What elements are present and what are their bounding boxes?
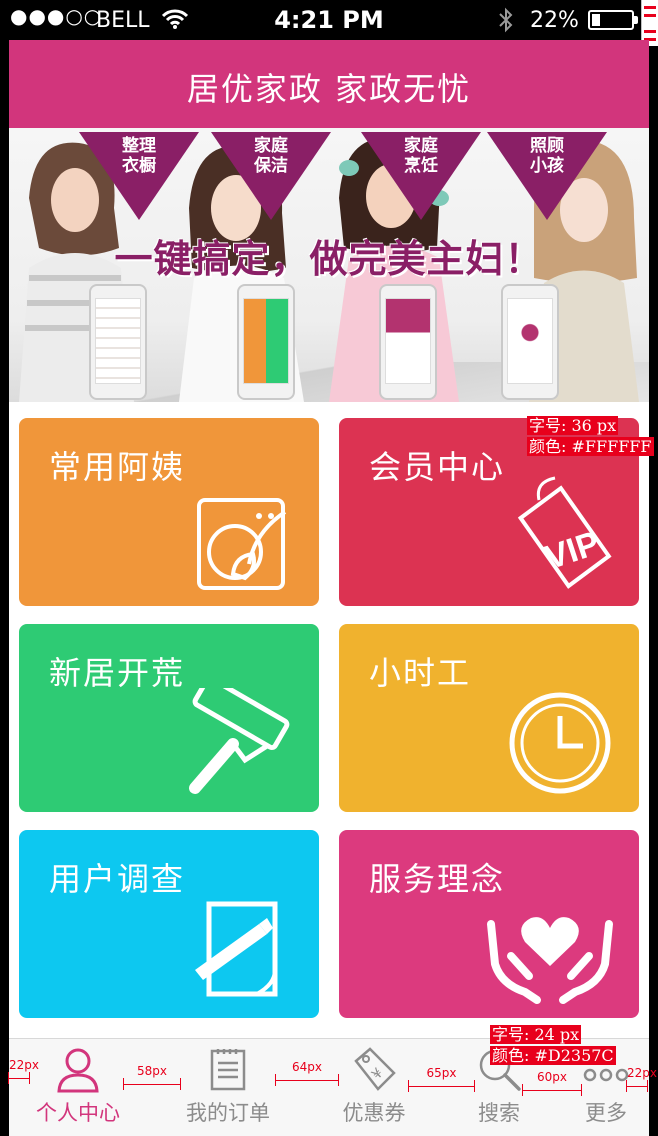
- banner-flag-label: 照顾 小孩: [530, 136, 564, 176]
- font-size-annotation: 字号: 24 px: [490, 1025, 582, 1044]
- spacing-annotation: 22px: [8, 1058, 39, 1084]
- font-color-annotation: 颜色: #D2357C: [490, 1046, 616, 1065]
- phone-mockup: [501, 284, 559, 400]
- note-pencil-icon: [195, 901, 278, 997]
- font-size-annotation: 字号: 36 px: [527, 416, 619, 435]
- status-bar: ●●●○○ BELL 4:21 PM 22%: [0, 0, 658, 46]
- tile-label: 常用阿姨: [49, 448, 186, 486]
- phone-mockup: [379, 284, 437, 400]
- tab-label: 更多: [585, 1101, 627, 1125]
- clock-icon: [509, 692, 611, 794]
- svg-text:VIP: VIP: [540, 524, 604, 577]
- tile-label: 会员中心: [369, 448, 506, 486]
- app-header: 居优家政 家政无忧: [9, 40, 649, 128]
- phone-mockup: [237, 284, 295, 400]
- spacing-annotation: 65px: [408, 1066, 475, 1092]
- tab-label: 优惠券: [342, 1101, 406, 1125]
- tile-label: 新居开荒: [49, 654, 186, 692]
- battery-tip: [634, 16, 638, 24]
- banner-slogan: 一键搞定，做完美主妇！: [114, 237, 544, 281]
- bluetooth-icon: [498, 7, 514, 37]
- tile-new-home-cleaning[interactable]: 新居开荒: [19, 624, 319, 812]
- tab-my-orders[interactable]: 我的订单: [173, 1039, 283, 1136]
- tile-service-philosophy[interactable]: 服务理念: [339, 830, 639, 1018]
- person-icon: [57, 1048, 99, 1093]
- battery-level: [592, 14, 600, 26]
- heart-hands-icon: [487, 917, 613, 1004]
- coupon-tag-icon: ¥: [354, 1047, 396, 1091]
- tile-regular-aunty[interactable]: 常用阿姨: [19, 418, 319, 606]
- spacing-annotation: 64px: [275, 1060, 339, 1086]
- battery-percent: 22%: [530, 8, 579, 33]
- tab-personal-center[interactable]: 个人中心: [23, 1039, 133, 1136]
- page-title: 居优家政 家政无忧: [186, 70, 472, 108]
- tab-label: 个人中心: [36, 1101, 120, 1125]
- font-color-annotation: 颜色: #FFFFFF: [527, 437, 654, 456]
- washing-machine-icon: [197, 498, 287, 590]
- spacing-annotation: 22px: [626, 1066, 657, 1092]
- document-icon: [210, 1049, 246, 1091]
- tab-label: 我的订单: [186, 1101, 270, 1125]
- phone-mockup: [89, 284, 147, 400]
- tile-hourly-worker[interactable]: 小时工: [339, 624, 639, 812]
- spacing-annotation: 60px: [522, 1070, 582, 1096]
- battery-icon: [588, 10, 634, 30]
- frame-gutter-left: [0, 40, 9, 1136]
- tile-label: 用户调查: [49, 860, 186, 898]
- tile-user-survey[interactable]: 用户调查: [19, 830, 319, 1018]
- banner-flag-label: 整理 衣橱: [122, 136, 156, 176]
- spacing-annotation: 58px: [123, 1064, 181, 1090]
- banner-flag-label: 家庭 烹饪: [404, 136, 438, 176]
- tile-label: 小时工: [369, 654, 472, 692]
- tile-label: 服务理念: [369, 860, 506, 898]
- paint-roller-icon: [189, 688, 290, 794]
- vip-tag-icon: VIP: [517, 476, 612, 589]
- banner-flag-label: 家庭 保洁: [254, 136, 288, 176]
- promo-banner[interactable]: 整理 衣橱 家庭 保洁 家庭 烹饪 照顾 小孩 一键搞定，做完美主妇！: [9, 128, 649, 402]
- tab-label: 搜索: [478, 1101, 520, 1125]
- frame-gutter-right: [649, 46, 658, 1136]
